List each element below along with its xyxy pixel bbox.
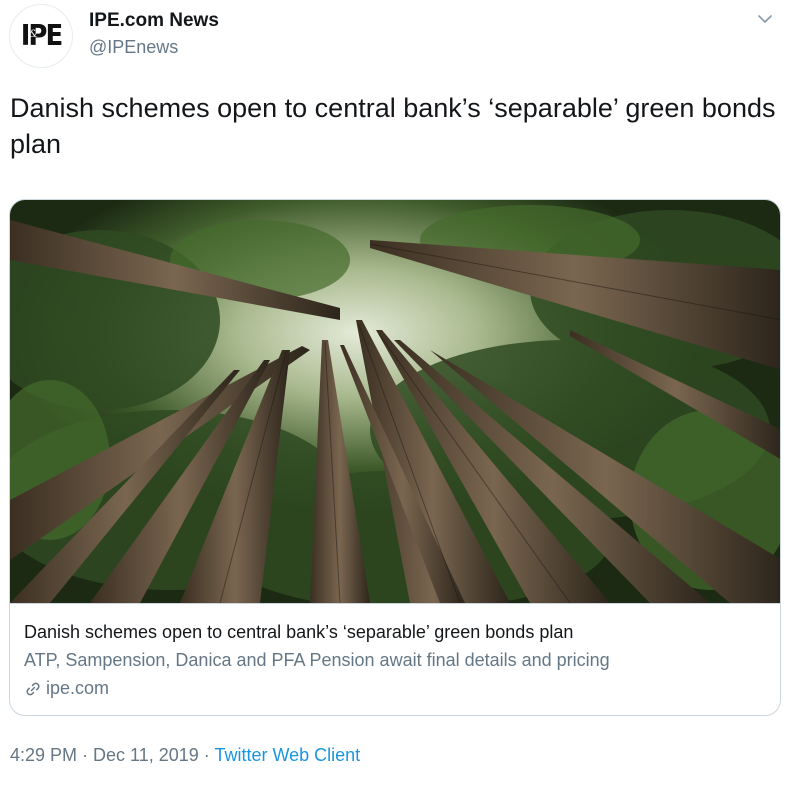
card-domain[interactable]: ipe.com xyxy=(24,678,109,699)
tweet-metadata: 4:29 PM · Dec 11, 2019 · Twitter Web Cli… xyxy=(10,745,360,766)
chevron-down-icon[interactable] xyxy=(756,10,774,28)
forest-canopy-photo[interactable] xyxy=(10,200,781,603)
card-title[interactable]: Danish schemes open to central bank’s ‘s… xyxy=(24,622,573,643)
tweet: IPE & IPE.com News @IPEnews Danish schem… xyxy=(0,0,788,796)
ipe-logo: IPE xyxy=(20,19,63,53)
display-name[interactable]: IPE.com News xyxy=(89,10,219,32)
meta-separator: · xyxy=(198,745,215,765)
ipe-logo-mark: & xyxy=(29,29,38,40)
link-card[interactable]: Danish schemes open to central bank’s ‘s… xyxy=(9,199,781,716)
meta-separator: · xyxy=(77,745,94,765)
card-body[interactable]: Danish schemes open to central bank’s ‘s… xyxy=(10,603,780,715)
tweet-date[interactable]: Dec 11, 2019 xyxy=(93,745,199,765)
link-icon xyxy=(26,682,40,695)
avatar[interactable]: IPE & xyxy=(9,4,73,68)
user-handle[interactable]: @IPEnews xyxy=(89,37,178,58)
tweet-time[interactable]: 4:29 PM xyxy=(10,745,77,765)
tweet-text: Danish schemes open to central bank’s ‘s… xyxy=(10,93,776,159)
tweet-client[interactable]: Twitter Web Client xyxy=(214,745,360,765)
card-domain-text[interactable]: ipe.com xyxy=(46,678,109,699)
card-description: ATP, Sampension, Danica and PFA Pension … xyxy=(24,650,610,670)
